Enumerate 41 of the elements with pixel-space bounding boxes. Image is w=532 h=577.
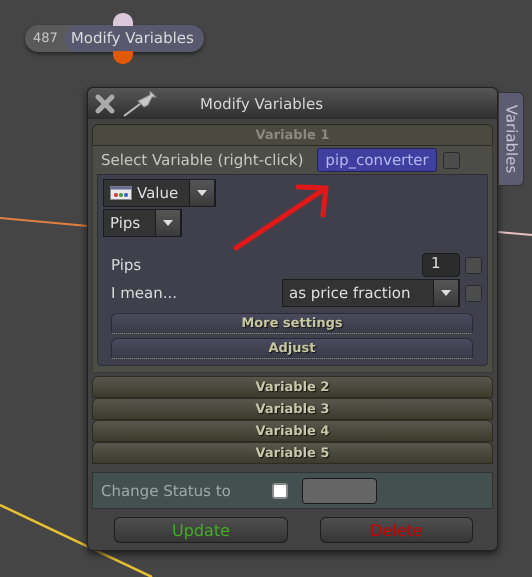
checkbox[interactable] <box>442 152 460 168</box>
section-header[interactable]: Variable 2 <box>92 376 493 398</box>
variable-name-button[interactable]: pip_converter <box>317 148 437 172</box>
dropdown-button[interactable] <box>433 279 459 307</box>
output-port[interactable] <box>113 51 133 64</box>
dropdown-button[interactable] <box>189 179 215 207</box>
node-title: Modify Variables <box>64 25 204 52</box>
checkbox[interactable] <box>272 482 288 498</box>
dropdown-value: Pips <box>110 214 140 232</box>
section-header[interactable]: Variable 4 <box>92 420 493 442</box>
input-port[interactable] <box>113 13 133 26</box>
node-chip[interactable]: 487 Modify Variables <box>25 25 204 52</box>
connector-line <box>498 231 532 236</box>
variables-tab[interactable]: Variables <box>498 92 524 186</box>
dropdown-value: as price fraction <box>289 284 410 302</box>
source-dropdown[interactable]: Value <box>103 179 216 207</box>
dropdown-value: Value <box>137 184 178 202</box>
section-bar[interactable]: More settings <box>111 313 473 334</box>
section-header[interactable]: Variable 5 <box>92 442 493 464</box>
mode-dropdown[interactable]: as price fraction <box>282 279 460 307</box>
unit-dropdown[interactable]: Pips <box>103 209 182 237</box>
checkbox[interactable] <box>465 284 482 302</box>
update-button[interactable]: Update <box>114 517 288 543</box>
status-field[interactable] <box>302 478 377 504</box>
pin-icon[interactable] <box>122 90 158 116</box>
section-header[interactable]: Variable 3 <box>92 398 493 420</box>
close-icon[interactable] <box>94 92 116 114</box>
value-icon <box>110 186 132 200</box>
caret-icon <box>441 290 451 296</box>
window-title: Modify Variables <box>200 94 324 112</box>
select-label: Select Variable (right-click) <box>101 151 304 169</box>
checkbox[interactable] <box>465 256 482 274</box>
number-field[interactable]: 1 <box>422 253 460 277</box>
field-label: I mean... <box>111 284 178 302</box>
section-bar[interactable]: Adjust <box>111 338 473 359</box>
dropdown-button[interactable] <box>155 209 181 237</box>
caret-icon <box>163 220 173 226</box>
field-label: Pips <box>111 256 142 274</box>
status-label: Change Status to <box>101 482 232 500</box>
caret-icon <box>197 190 207 196</box>
node-number: 487 <box>32 31 59 46</box>
